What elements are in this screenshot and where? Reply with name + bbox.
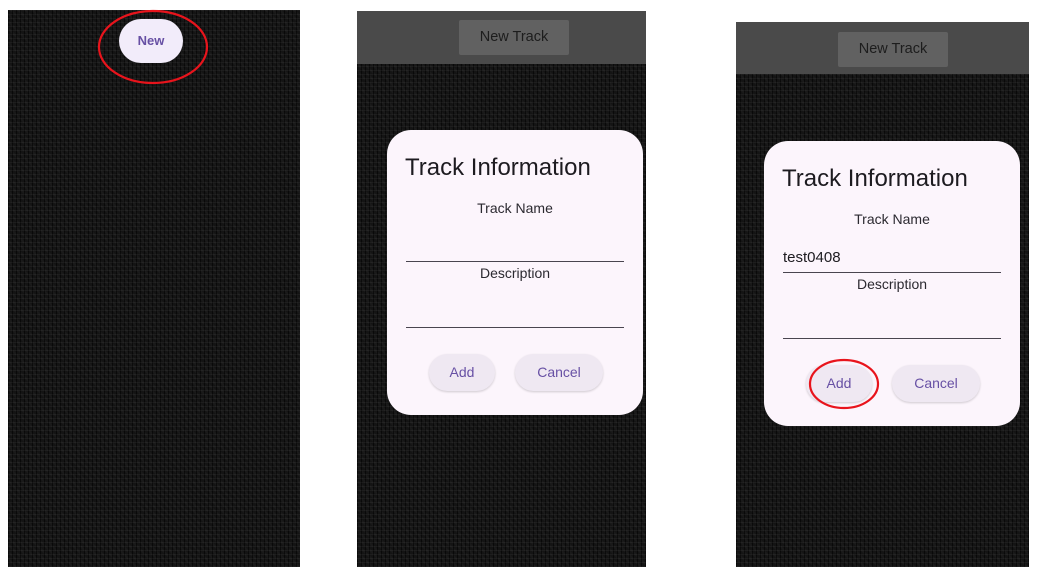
- description-label: Description: [856, 276, 928, 292]
- cancel-button[interactable]: Cancel: [892, 365, 980, 402]
- add-button[interactable]: Add: [429, 354, 495, 391]
- description-input[interactable]: [406, 298, 624, 328]
- track-name-input[interactable]: test0408: [783, 243, 1001, 273]
- track-information-dialog: Track Information Track Name Description…: [387, 130, 643, 415]
- phone-screen-3: New Track Track Information Track Name t…: [736, 22, 1029, 567]
- cancel-button[interactable]: Cancel: [515, 354, 603, 391]
- new-track-button[interactable]: New Track: [459, 20, 569, 55]
- app-bar: New Track: [736, 22, 1029, 74]
- tutorial-screenshots: New New Track Track Information Track Na…: [0, 0, 1038, 567]
- dialog-title: Track Information: [782, 165, 968, 192]
- track-name-input[interactable]: [406, 232, 624, 262]
- track-name-label: Track Name: [854, 211, 930, 227]
- track-name-label: Track Name: [477, 200, 553, 216]
- add-button[interactable]: Add: [806, 365, 872, 402]
- dialog-title: Track Information: [405, 154, 591, 181]
- description-input[interactable]: [783, 309, 1001, 339]
- track-information-dialog: Track Information Track Name test0408 De…: [764, 141, 1020, 426]
- new-track-button[interactable]: New Track: [838, 32, 948, 67]
- phone-screen-1: New: [8, 10, 300, 567]
- app-bar: New Track: [357, 11, 646, 64]
- description-label: Description: [479, 265, 551, 281]
- phone-screen-2: New Track Track Information Track Name D…: [357, 11, 646, 567]
- new-button[interactable]: New: [119, 19, 183, 63]
